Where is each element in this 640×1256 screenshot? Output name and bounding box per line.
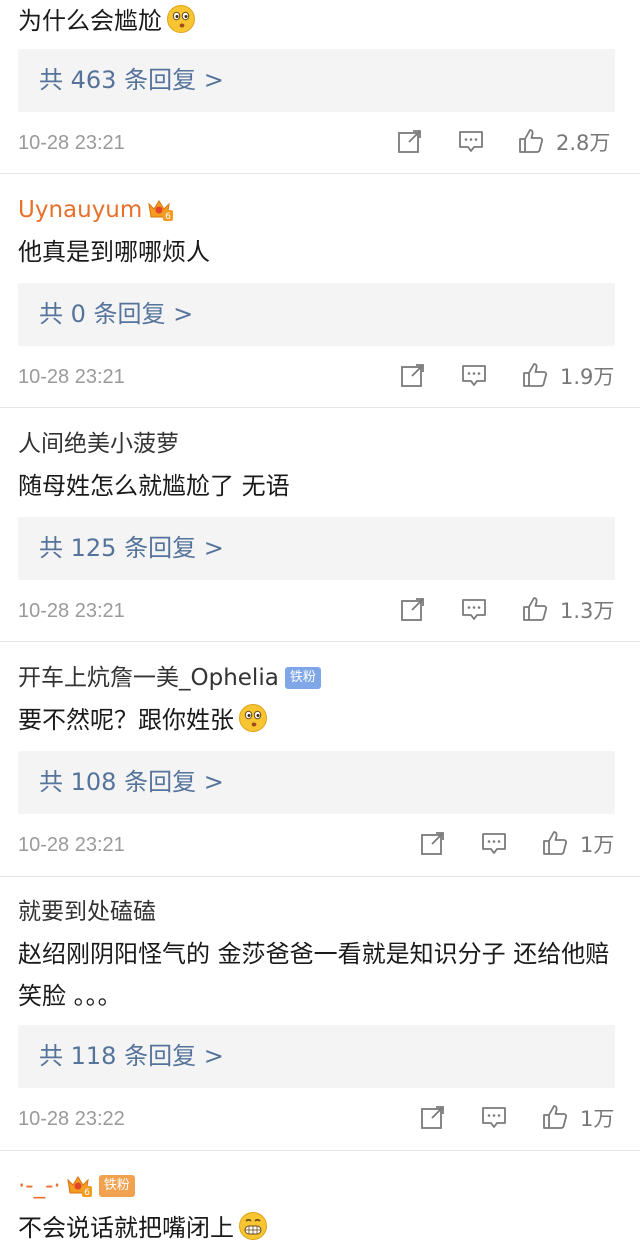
comment-icon[interactable] [460,595,488,623]
author-name: Uynauyum [18,197,143,223]
comment-text-content: 要不然呢？跟你姓张 [18,706,234,734]
comment-footer: 10-28 23:21 2.8万 [0,125,640,161]
author-name: 开车上炕詹一美_Ophelia [18,665,279,691]
comment-text: 随母姓怎么就尴尬了 无语 [18,465,624,507]
comment-text-content: 他真是到哪哪烦人 [18,238,210,266]
replies-label: 共 108 条回复 > [39,768,224,796]
fan-badge: 铁粉 [284,667,321,689]
like-count: 2.8万 [556,131,611,155]
repost-icon[interactable] [399,595,427,623]
comment-author[interactable]: 就要到处磕磕 [18,894,156,930]
like-count: 1万 [580,1107,615,1131]
comment-text: 他真是到哪哪烦人 [18,231,624,273]
repost-icon[interactable] [396,127,424,155]
comment-text-content: 为什么会尴尬 [18,7,162,35]
comment-footer: 10-28 23:21 1.9万 [0,359,640,395]
author-name: 就要到处磕磕 [18,899,156,925]
like-icon[interactable] [521,595,549,623]
comment-author[interactable]: Uynauyum 6 [18,192,174,228]
replies-label: 共 118 条回复 > [39,1042,224,1070]
timestamp: 10-28 23:21 [18,834,125,856]
comment-footer: 10-28 23:22 1万 [0,1101,640,1137]
comment-text: 赵绍刚阴阳怪气的 金莎爸爸一看就是知识分子 还给他赔笑脸 。。。 [18,933,618,1017]
like-count: 1.9万 [560,365,615,389]
svg-text:6: 6 [84,1188,90,1198]
repost-icon[interactable] [419,829,447,857]
thinking-emoji [166,4,196,34]
comment-text: 为什么会尴尬 [18,0,624,42]
comment-icon[interactable] [480,1103,508,1131]
like-icon[interactable] [521,361,549,389]
comment-author[interactable]: 开车上炕詹一美_Ophelia 铁粉 [18,660,321,696]
replies-link[interactable]: 共 0 条回复 > [18,283,615,346]
replies-link[interactable]: 共 118 条回复 > [18,1025,615,1088]
like-icon[interactable] [541,829,569,857]
divider [0,1150,640,1151]
replies-label: 共 0 条回复 > [39,300,194,328]
comment-footer: 10-28 23:21 1.3万 [0,593,640,629]
svg-text:6: 6 [165,212,171,222]
timestamp: 10-28 23:21 [18,366,125,388]
repost-icon[interactable] [419,1103,447,1131]
repost-icon[interactable] [399,361,427,389]
comment-text-content: 不会说话就把嘴闭上 [18,1214,234,1242]
timestamp: 10-28 23:21 [18,132,125,154]
comment-text: 要不然呢？跟你姓张 [18,699,624,741]
comment-text-content: 随母姓怎么就尴尬了 无语 [18,472,290,500]
comment-icon[interactable] [460,361,488,389]
divider [0,876,640,877]
crown-badge-icon: 6 [65,1173,93,1199]
comment-icon[interactable] [457,127,485,155]
author-name: 人间绝美小菠萝 [18,431,179,457]
comment-text-content: 赵绍刚阴阳怪气的 金莎爸爸一看就是知识分子 还给他赔笑脸 。。。 [18,940,610,1010]
comment-footer: 10-28 23:21 1万 [0,827,640,863]
thinking-emoji [238,703,268,733]
crown-badge-icon: 6 [146,197,174,223]
replies-link[interactable]: 共 125 条回复 > [18,517,615,580]
comment-author[interactable]: ·-_-· 6 铁粉 [18,1168,135,1204]
comment-text: 不会说话就把嘴闭上 [18,1207,624,1249]
like-count: 1万 [580,833,615,857]
replies-link[interactable]: 共 463 条回复 > [18,49,615,112]
timestamp: 10-28 23:21 [18,600,125,622]
comment-icon[interactable] [480,829,508,857]
replies-label: 共 463 条回复 > [39,66,224,94]
timestamp: 10-28 23:22 [18,1108,125,1130]
comment-author[interactable]: 人间绝美小菠萝 [18,426,179,462]
replies-link[interactable]: 共 108 条回复 > [18,751,615,814]
like-icon[interactable] [517,127,545,155]
like-icon[interactable] [541,1103,569,1131]
fan-badge: 铁粉 [98,1175,135,1197]
divider [0,173,640,174]
divider [0,641,640,642]
replies-label: 共 125 条回复 > [39,534,224,562]
author-name: ·-_-· [18,1173,61,1199]
like-count: 1.3万 [560,599,615,623]
grin-emoji [238,1211,268,1241]
divider [0,407,640,408]
